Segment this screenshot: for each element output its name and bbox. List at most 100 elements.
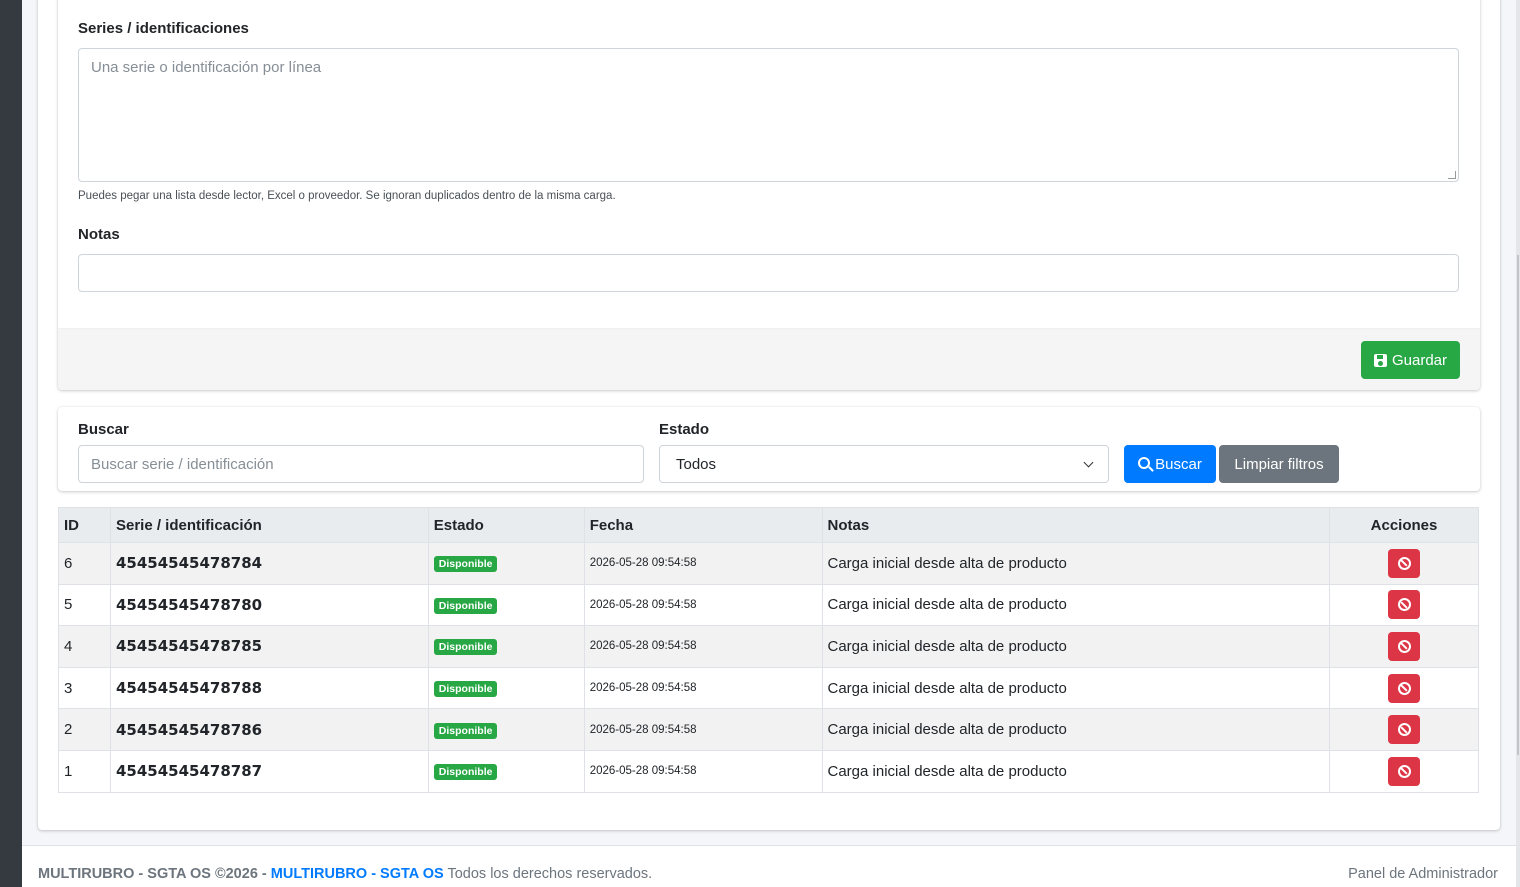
row-date: 2026-05-28 09:54:58 — [583, 708, 823, 751]
status-badge: Disponible — [433, 597, 498, 614]
deactivate-button[interactable] — [1388, 715, 1421, 745]
row-serial: 45454545478785 — [109, 625, 429, 668]
page-scrollbar-thumb[interactable] — [1517, 255, 1519, 755]
notes-input[interactable] — [78, 254, 1459, 292]
search-placeholder: Buscar serie / identificación — [91, 455, 274, 473]
header-id: ID — [58, 507, 111, 543]
table-row: 2 45454545478786 Disponible 2026-05-28 0… — [58, 708, 1479, 751]
footer-panel-label: Panel de Administrador — [1348, 866, 1498, 882]
table-row: 6 45454545478784 Disponible 2026-05-28 0… — [58, 542, 1479, 585]
row-notes: Carga inicial desde alta de producto — [821, 625, 1331, 668]
row-serial: 45454545478780 — [109, 583, 429, 627]
save-button-label: Guardar — [1391, 351, 1448, 369]
header-serial: Serie / identificación — [109, 507, 429, 543]
row-serial: 45454545478788 — [109, 666, 429, 710]
content-wrapper: Series / identificaciones Una serie o id… — [22, 0, 1516, 887]
row-status-cell: Disponible — [427, 625, 585, 668]
footer-copyright: MULTIRUBRO - SGTA OS ©2026 - MULTIRUBRO … — [38, 866, 652, 882]
row-notes: Carga inicial desde alta de producto — [821, 749, 1331, 793]
row-actions — [1329, 583, 1479, 627]
header-date: Fecha — [583, 507, 823, 543]
row-date: 2026-05-28 09:54:58 — [583, 666, 823, 710]
row-date: 2026-05-28 09:54:58 — [583, 542, 823, 585]
header-actions: Acciones — [1329, 507, 1479, 543]
footer-rights: Todos los derechos reservados. — [447, 866, 653, 882]
ban-icon — [1397, 639, 1411, 653]
chevron-down-icon — [1083, 457, 1094, 467]
row-actions — [1329, 708, 1479, 751]
form-card-footer: Guardar — [58, 328, 1480, 390]
row-status-cell: Disponible — [427, 708, 585, 751]
page-footer: MULTIRUBRO - SGTA OS ©2026 - MULTIRUBRO … — [22, 845, 1516, 887]
search-label: Buscar — [78, 421, 129, 438]
status-select[interactable]: Todos — [659, 445, 1109, 483]
table-row: 5 45454545478780 Disponible 2026-05-28 0… — [58, 583, 1479, 627]
series-textarea[interactable]: Una serie o identificación por línea — [78, 48, 1459, 182]
row-id: 1 — [58, 749, 111, 793]
save-icon — [1373, 353, 1387, 367]
series-table: ID Serie / identificación Estado Fecha N… — [58, 507, 1479, 793]
row-notes: Carga inicial desde alta de producto — [821, 666, 1331, 710]
row-actions — [1329, 542, 1479, 585]
main-card: Series / identificaciones Una serie o id… — [38, 0, 1500, 830]
row-id: 4 — [58, 625, 111, 668]
row-notes: Carga inicial desde alta de producto — [821, 542, 1331, 585]
deactivate-button[interactable] — [1388, 673, 1421, 703]
deactivate-button[interactable] — [1388, 548, 1421, 578]
resize-handle-icon[interactable] — [1448, 171, 1456, 179]
footer-brand: MULTIRUBRO - SGTA OS ©2026 - — [38, 866, 267, 882]
deactivate-button[interactable] — [1388, 756, 1421, 786]
row-status-cell: Disponible — [427, 583, 585, 627]
search-input[interactable]: Buscar serie / identificación — [78, 445, 644, 483]
row-id: 2 — [58, 708, 111, 751]
series-help-text: Puedes pegar una lista desde lector, Exc… — [78, 190, 616, 202]
ban-icon — [1397, 764, 1411, 778]
filter-card: Buscar Buscar serie / identificación Est… — [58, 407, 1480, 491]
status-badge: Disponible — [433, 639, 498, 656]
table-row: 4 45454545478785 Disponible 2026-05-28 0… — [58, 625, 1479, 668]
row-serial: 45454545478784 — [109, 542, 429, 585]
row-actions — [1329, 749, 1479, 793]
status-label: Estado — [659, 421, 710, 438]
status-selected-value: Todos — [676, 455, 717, 473]
row-id: 6 — [58, 542, 111, 585]
series-form-card: Series / identificaciones Una serie o id… — [58, 0, 1480, 390]
ban-icon — [1397, 556, 1411, 570]
row-status-cell: Disponible — [427, 666, 585, 710]
header-status: Estado — [427, 507, 585, 543]
row-serial: 45454545478786 — [109, 708, 429, 751]
series-label: Series / identificaciones — [78, 20, 249, 37]
row-serial: 45454545478787 — [109, 749, 429, 793]
search-icon — [1138, 456, 1151, 469]
table-row: 1 45454545478787 Disponible 2026-05-28 0… — [58, 749, 1479, 793]
table-header-row: ID Serie / identificación Estado Fecha N… — [58, 507, 1479, 543]
search-button[interactable]: Buscar — [1124, 445, 1216, 483]
notes-label: Notas — [78, 226, 120, 243]
search-button-label: Buscar — [1155, 455, 1202, 473]
row-actions — [1329, 666, 1479, 710]
row-id: 5 — [58, 583, 111, 627]
status-badge: Disponible — [433, 764, 498, 781]
series-placeholder: Una serie o identificación por línea — [91, 59, 322, 76]
deactivate-button[interactable] — [1388, 631, 1421, 661]
ban-icon — [1397, 723, 1411, 737]
clear-filters-button[interactable]: Limpiar filtros — [1219, 445, 1339, 483]
table-row: 3 45454545478788 Disponible 2026-05-28 0… — [58, 666, 1479, 710]
row-status-cell: Disponible — [427, 542, 585, 585]
save-button[interactable]: Guardar — [1361, 341, 1460, 379]
row-notes: Carga inicial desde alta de producto — [821, 583, 1331, 627]
sidebar-strip — [0, 0, 22, 887]
row-actions — [1329, 625, 1479, 668]
status-badge: Disponible — [433, 556, 498, 573]
row-id: 3 — [58, 666, 111, 710]
row-date: 2026-05-28 09:54:58 — [583, 583, 823, 627]
footer-brand-link[interactable]: MULTIRUBRO - SGTA OS — [271, 866, 444, 882]
row-notes: Carga inicial desde alta de producto — [821, 708, 1331, 751]
row-status-cell: Disponible — [427, 749, 585, 793]
ban-icon — [1397, 598, 1411, 612]
row-date: 2026-05-28 09:54:58 — [583, 625, 823, 668]
row-date: 2026-05-28 09:54:58 — [583, 749, 823, 793]
deactivate-button[interactable] — [1388, 590, 1421, 620]
status-badge: Disponible — [433, 722, 498, 739]
ban-icon — [1397, 681, 1411, 695]
